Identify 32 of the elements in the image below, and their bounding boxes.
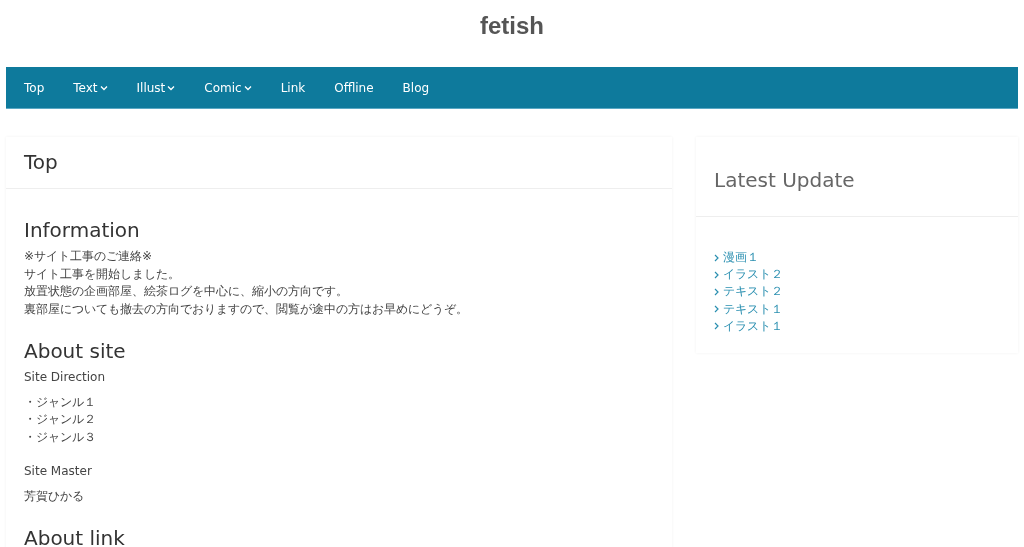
body-text: 芳賀ひかる: [24, 487, 85, 505]
body-text: ・ジャンル１: [24, 393, 97, 411]
site-title[interactable]: fetish: [0, 0, 1024, 67]
body-text: Site Direction: [24, 369, 107, 386]
nav-item[interactable]: Offline: [328, 80, 380, 95]
nav-item[interactable]: Blog: [396, 80, 436, 95]
update-link[interactable]: テキスト２: [714, 283, 1000, 301]
info-text: 放置状態の企画部屋、絵茶ログを中心に、縮小の方向です。: [24, 283, 349, 300]
body-text: ・ジャンル３: [24, 428, 97, 446]
section-heading: About link: [24, 525, 126, 547]
caret-icon: [99, 84, 108, 91]
caret-icon: [243, 84, 252, 91]
section-heading: Information: [24, 217, 141, 243]
chevron-icon: [714, 288, 719, 296]
update-link[interactable]: イラスト２: [714, 266, 1000, 284]
section-heading: About site: [24, 338, 127, 364]
page-title: Top: [6, 137, 672, 189]
info-text: サイト工事を開始しました。: [24, 265, 181, 283]
nav-item[interactable]: Comic: [198, 80, 258, 95]
update-link[interactable]: 漫画１: [714, 249, 1000, 267]
nav-item[interactable]: Link: [274, 80, 312, 95]
body-text: ・ジャンル２: [24, 411, 97, 428]
nav-item[interactable]: Illust: [130, 80, 182, 95]
sidebar-title: Latest Update: [696, 137, 1018, 217]
info-text: ※サイト工事のご連絡※: [24, 248, 154, 265]
update-link[interactable]: テキスト１: [714, 300, 1000, 318]
nav-item[interactable]: Top: [18, 80, 51, 95]
caret-icon: [167, 84, 176, 91]
nav-item[interactable]: Text: [67, 80, 114, 95]
info-text: 裏部屋についても撤去の方向でおりますので、閲覧が途中の方はお早めにどうぞ。: [24, 300, 469, 318]
body-text: Site Master: [24, 463, 93, 480]
update-link[interactable]: イラスト１: [714, 317, 1000, 335]
